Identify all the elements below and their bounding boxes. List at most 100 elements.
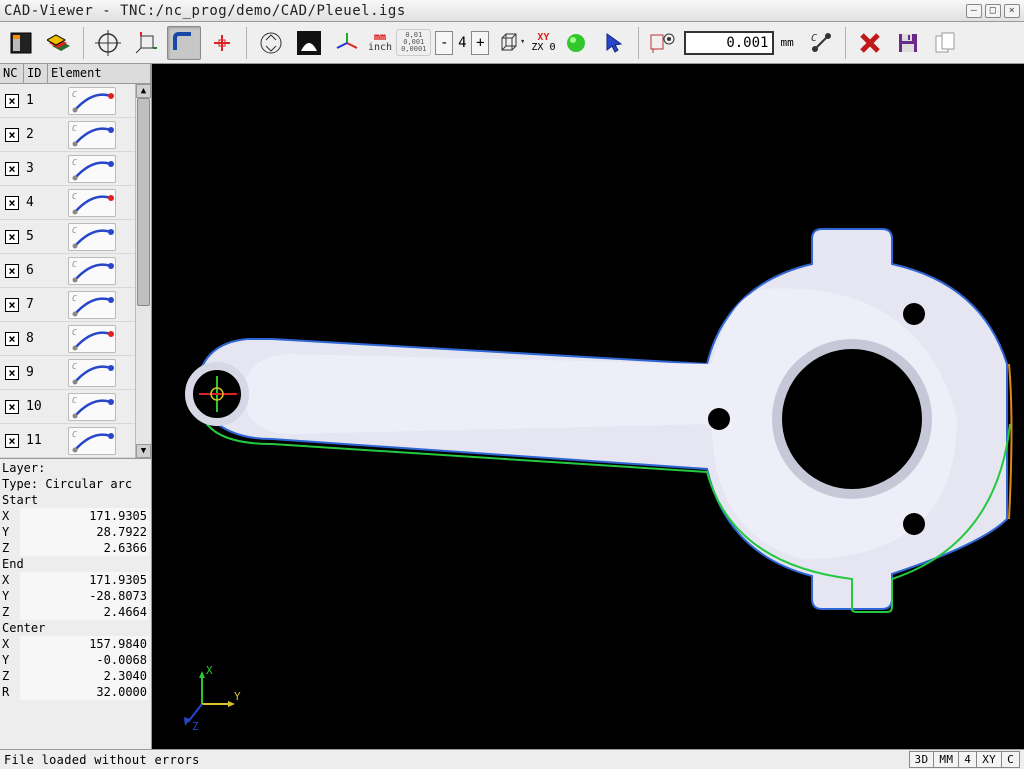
element-checkbox[interactable]: ×: [5, 94, 19, 108]
element-row[interactable]: ×7C: [0, 288, 135, 322]
element-checkbox[interactable]: ×: [5, 366, 19, 380]
start-z: 2.6366: [20, 540, 149, 556]
axis-x-label: X: [206, 664, 213, 677]
status-badge-decimals[interactable]: 4: [958, 751, 976, 768]
scroll-thumb[interactable]: [137, 98, 150, 306]
element-list[interactable]: ×1C×2C×3C×4C×5C×6C×7C×8C×9C×10C×11C: [0, 84, 135, 458]
svg-text:C: C: [72, 396, 77, 405]
delete-button[interactable]: [853, 26, 887, 60]
status-badge-mm[interactable]: MM: [933, 751, 958, 768]
probe-gear-icon: [649, 31, 677, 55]
svg-text:C: C: [72, 226, 77, 235]
tool-button[interactable]: C: [804, 26, 838, 60]
red-x-icon: [858, 31, 882, 55]
readout-value[interactable]: 0.001: [684, 31, 774, 55]
arc-thumb-icon: C: [68, 359, 116, 387]
element-scrollbar[interactable]: ▲ ▼: [135, 84, 151, 458]
select-arrow-button[interactable]: [597, 26, 631, 60]
point-pick-button[interactable]: [205, 26, 239, 60]
end-z: 2.4664: [20, 604, 149, 620]
axes-toggle-button[interactable]: [330, 26, 364, 60]
contour-pick-button[interactable]: [167, 26, 201, 60]
scroll-down-button[interactable]: ▼: [136, 444, 151, 458]
tool-c-icon: C: [809, 31, 833, 55]
arc-thumb-icon: C: [68, 291, 116, 319]
cad-viewport[interactable]: X Y Z: [152, 64, 1024, 749]
element-row[interactable]: ×2C: [0, 118, 135, 152]
mode-shade-button[interactable]: [42, 26, 76, 60]
start-z-label: Z: [2, 540, 20, 556]
step-plus-button[interactable]: +: [471, 31, 489, 55]
element-row[interactable]: ×8C: [0, 322, 135, 356]
view-cube-button[interactable]: ▾: [493, 26, 527, 60]
element-row[interactable]: ×11C: [0, 424, 135, 458]
element-checkbox[interactable]: ×: [5, 434, 19, 448]
element-row[interactable]: × 5 C: [0, 220, 135, 254]
element-row[interactable]: ×4C: [0, 186, 135, 220]
step-stepper: - 4 +: [435, 31, 489, 55]
arc-thumb-icon: C: [68, 155, 116, 183]
element-checkbox[interactable]: ×: [5, 196, 19, 210]
save-button[interactable]: [891, 26, 925, 60]
plane-toggle[interactable]: XY ZX Θ: [531, 33, 555, 53]
element-row[interactable]: ×1C: [0, 84, 135, 118]
green-dot-icon: [565, 32, 587, 54]
svg-text:C: C: [72, 158, 77, 167]
element-checkbox[interactable]: ×: [5, 400, 19, 414]
axis-z-label: Z: [192, 720, 199, 733]
origin-button[interactable]: [91, 26, 125, 60]
element-id: 5: [24, 229, 48, 244]
svg-text:C: C: [72, 328, 77, 337]
step-minus-button[interactable]: -: [435, 31, 453, 55]
probe-settings-button[interactable]: [646, 26, 680, 60]
svg-text:C: C: [811, 33, 817, 44]
copy-button[interactable]: [929, 26, 963, 60]
start-x-label: X: [2, 508, 20, 524]
maximize-button[interactable]: □: [985, 4, 1001, 18]
units-toggle[interactable]: mm inch: [368, 33, 392, 53]
panel-icon: [9, 31, 33, 55]
mode-layers-button[interactable]: [4, 26, 38, 60]
plane-button[interactable]: [129, 26, 163, 60]
cad-drawing: X Y Z: [152, 64, 1024, 749]
center-y-label: Y: [2, 652, 20, 668]
element-list-header: NC ID Element: [0, 64, 151, 84]
element-checkbox[interactable]: ×: [5, 332, 19, 346]
element-row[interactable]: ×3C: [0, 152, 135, 186]
svg-text:C: C: [72, 362, 77, 371]
element-row[interactable]: ×6C: [0, 254, 135, 288]
sidebar: NC ID Element ×1C×2C×3C×4C×5C×6C×7C×8C×9…: [0, 64, 152, 749]
element-checkbox[interactable]: ×: [5, 298, 19, 312]
element-checkbox[interactable]: ×: [5, 162, 19, 176]
window-title: CAD-Viewer - TNC:/nc_prog/demo/CAD/Pleue…: [4, 3, 406, 19]
status-led: [559, 26, 593, 60]
col-nc[interactable]: NC: [0, 64, 24, 83]
zoom-fit-button[interactable]: [254, 26, 288, 60]
invert-button[interactable]: [292, 26, 326, 60]
element-checkbox[interactable]: ×: [5, 128, 19, 142]
layer-label: Layer:: [2, 460, 149, 476]
element-row[interactable]: ×9C: [0, 356, 135, 390]
center-x: 157.9840: [20, 636, 149, 652]
arc-thumb-icon: C: [68, 427, 116, 455]
element-checkbox[interactable]: ×: [5, 264, 19, 278]
zoom-fit-icon: [258, 30, 284, 56]
main-toolbar: mm inch 0,01 0,001 0,0001 - 4 + ▾ XY ZX …: [0, 22, 1024, 64]
decimals-toggle[interactable]: 0,01 0,001 0,0001: [396, 29, 431, 56]
center-r-label: R: [2, 684, 20, 700]
element-row[interactable]: ×10C: [0, 390, 135, 424]
arc-thumb-icon: C: [68, 223, 116, 251]
element-id: 6: [24, 263, 48, 278]
crosshair-plus-icon: [209, 30, 235, 56]
status-badge-config[interactable]: C: [1001, 751, 1020, 768]
scroll-up-button[interactable]: ▲: [136, 84, 151, 98]
col-id[interactable]: ID: [24, 64, 48, 83]
status-badge-plane[interactable]: XY: [976, 751, 1001, 768]
arrow-cursor-icon: [604, 32, 624, 54]
end-y: -28.8073: [20, 588, 149, 604]
col-element[interactable]: Element: [48, 64, 151, 83]
status-badge-3d[interactable]: 3D: [909, 751, 934, 768]
minimize-button[interactable]: —: [966, 4, 982, 18]
close-button[interactable]: ×: [1004, 4, 1020, 18]
element-checkbox[interactable]: ×: [5, 230, 19, 244]
